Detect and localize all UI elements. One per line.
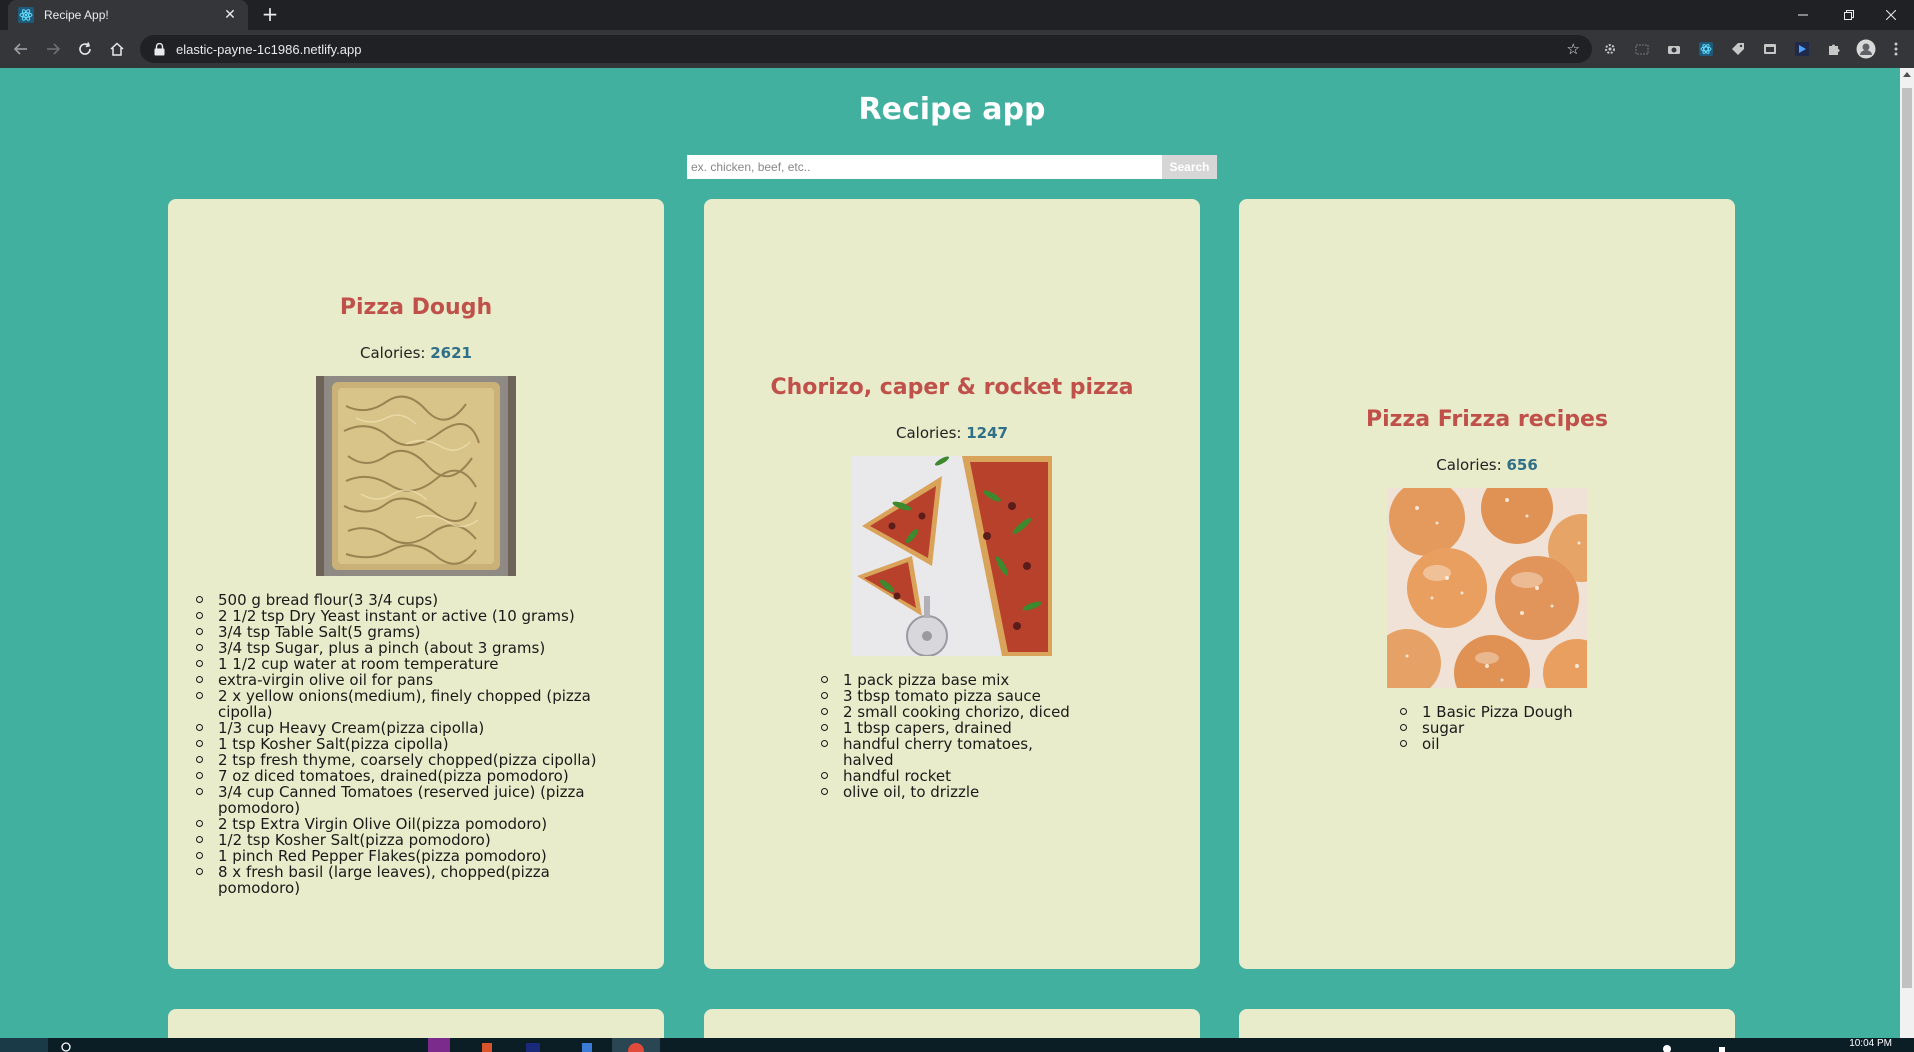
ingredient-item: extra-virgin olive oil for pans [196, 672, 636, 688]
recipe-calories: Calories: 2621 [360, 344, 472, 362]
back-icon[interactable] [8, 36, 34, 62]
ingredient-item: 2 tsp fresh thyme, coarsely chopped(pizz… [196, 752, 636, 768]
ingredient-item: 2 small cooking chorizo, diced [821, 704, 1083, 720]
scroll-up-arrow-icon[interactable] [1903, 72, 1911, 77]
home-icon[interactable] [104, 36, 130, 62]
ingredient-item: 2 tsp Extra Virgin Olive Oil(pizza pomod… [196, 816, 636, 832]
page-viewport: Recipe app Search Pizza Dough Calories: … [0, 68, 1900, 1038]
ingredient-item: 1 pack pizza base mix [821, 672, 1083, 688]
app-icon[interactable] [522, 1038, 544, 1052]
tray-icon[interactable] [1716, 1038, 1728, 1052]
url-text: elastic-payne-1c1986.netlify.app [176, 41, 362, 57]
ingredient-item: 3/4 tsp Table Salt(5 grams) [196, 624, 636, 640]
ingredient-item: handful rocket [821, 768, 1083, 784]
search-icon[interactable] [60, 1038, 72, 1052]
people-icon[interactable] [1660, 1038, 1674, 1052]
search-input[interactable] [687, 155, 1162, 179]
tag-extension-icon[interactable] [1730, 41, 1746, 57]
app-icon[interactable] [576, 1038, 598, 1052]
browser-tab-bar: Recipe App! ✕ + [0, 0, 1914, 30]
start-button[interactable] [0, 1038, 48, 1052]
recipe-title: Chorizo, caper & rocket pizza [770, 375, 1134, 400]
recipe-card: Chorizo, caper & rocket pizza Calories: … [704, 199, 1200, 969]
ingredient-item: 8 x fresh basil (large leaves), chopped(… [196, 864, 636, 896]
calories-label: Calories: [1436, 456, 1502, 474]
ingredient-item: oil [1400, 736, 1574, 752]
react-icon [18, 7, 34, 23]
settings-extension-icon[interactable] [1602, 41, 1618, 57]
profile-avatar-icon[interactable] [1856, 39, 1876, 59]
os-taskbar: 10:04 PM [0, 1038, 1914, 1052]
ingredient-item: sugar [1400, 720, 1574, 736]
ingredient-item: 2 x yellow onions(medium), finely choppe… [196, 688, 636, 720]
calories-value: 2621 [430, 344, 472, 362]
close-window-icon[interactable] [1868, 0, 1914, 30]
scroll-thumb[interactable] [1902, 88, 1912, 988]
calories-label: Calories: [360, 344, 426, 362]
new-tab-button[interactable]: + [258, 3, 282, 27]
ingredient-item: 7 oz diced tomatoes, drained(pizza pomod… [196, 768, 636, 784]
ingredient-list: 1 pack pizza base mix 3 tbsp tomato pizz… [821, 672, 1083, 800]
ingredient-item: 500 g bread flour(3 3/4 cups) [196, 592, 636, 608]
ingredient-item: handful cherry tomatoes, halved [821, 736, 1083, 768]
ingredient-item: 3/4 cup Canned Tomatoes (reserved juice)… [196, 784, 636, 816]
chrome-taskbar-button[interactable] [612, 1038, 660, 1052]
ingredient-item: 3/4 tsp Sugar, plus a pinch (about 3 gra… [196, 640, 636, 656]
ingredient-list: 1 Basic Pizza Dough sugar oil [1400, 704, 1574, 752]
ingredient-list: 500 g bread flour(3 3/4 cups) 2 1/2 tsp … [196, 592, 636, 896]
recipe-image [1387, 488, 1587, 688]
ingredient-item: 1 Basic Pizza Dough [1400, 704, 1574, 720]
recipe-title: Pizza Frizza recipes [1365, 407, 1609, 432]
reload-icon[interactable] [72, 36, 98, 62]
ingredient-item: 3 tbsp tomato pizza sauce [821, 688, 1083, 704]
screenshot-extension-icon[interactable] [1634, 41, 1650, 57]
ingredient-item: 1 tbsp capers, drained [821, 720, 1083, 736]
ingredient-item: 1 1/2 cup water at room temperature [196, 656, 636, 672]
ingredient-item: 1 tsp Kosher Salt(pizza cipolla) [196, 736, 636, 752]
app-icon[interactable] [428, 1038, 450, 1052]
minimize-icon[interactable] [1780, 0, 1826, 30]
recipe-card [704, 1009, 1200, 1038]
recipe-card [168, 1009, 664, 1038]
recipe-card [1239, 1009, 1735, 1038]
react-devtools-icon[interactable] [1698, 41, 1714, 57]
app-icon[interactable] [476, 1038, 498, 1052]
calories-label: Calories: [896, 424, 962, 442]
ingredient-item: olive oil, to drizzle [821, 784, 1083, 800]
recipe-image [852, 456, 1052, 656]
address-bar[interactable]: elastic-payne-1c1986.netlify.app ☆ [140, 35, 1592, 63]
page-scrollbar[interactable] [1900, 68, 1914, 1038]
restore-icon[interactable] [1826, 0, 1872, 30]
tab-title: Recipe App! [44, 8, 109, 22]
recipe-title: Pizza Dough [339, 295, 493, 320]
bookmark-star-icon[interactable]: ☆ [1567, 40, 1580, 58]
menu-kebab-icon[interactable] [1892, 41, 1900, 57]
play-extension-icon[interactable] [1794, 41, 1810, 57]
taskbar-clock[interactable]: 10:04 PM [1849, 1038, 1892, 1050]
recipe-calories: Calories: 1247 [896, 424, 1008, 442]
app-title: Recipe app [858, 92, 1046, 127]
extensions-puzzle-icon[interactable] [1826, 41, 1842, 57]
recipe-card: Pizza Dough Calories: 2621 500 g bread f… [168, 199, 664, 969]
forward-icon[interactable] [40, 36, 66, 62]
calories-value: 1247 [966, 424, 1008, 442]
window-extension-icon[interactable] [1762, 41, 1778, 57]
recipe-calories: Calories: 656 [1436, 456, 1538, 474]
tab-recipe-app[interactable]: Recipe App! ✕ [8, 0, 248, 30]
recipe-image [316, 376, 516, 576]
ingredient-item: 1 pinch Red Pepper Flakes(pizza pomodoro… [196, 848, 636, 864]
lock-icon [152, 42, 166, 56]
calories-value: 656 [1506, 456, 1538, 474]
ingredient-item: 1/2 tsp Kosher Salt(pizza pomodoro) [196, 832, 636, 848]
close-tab-icon[interactable]: ✕ [222, 7, 238, 23]
search-button[interactable]: Search [1162, 155, 1217, 179]
camera-extension-icon[interactable] [1666, 41, 1682, 57]
recipe-card: Pizza Frizza recipes Calories: 656 1 Bas… [1239, 199, 1735, 969]
ingredient-item: 1/3 cup Heavy Cream(pizza cipolla) [196, 720, 636, 736]
browser-toolbar: elastic-payne-1c1986.netlify.app ☆ [0, 30, 1914, 68]
search-form: Search [687, 155, 1217, 179]
ingredient-item: 2 1/2 tsp Dry Yeast instant or active (1… [196, 608, 636, 624]
